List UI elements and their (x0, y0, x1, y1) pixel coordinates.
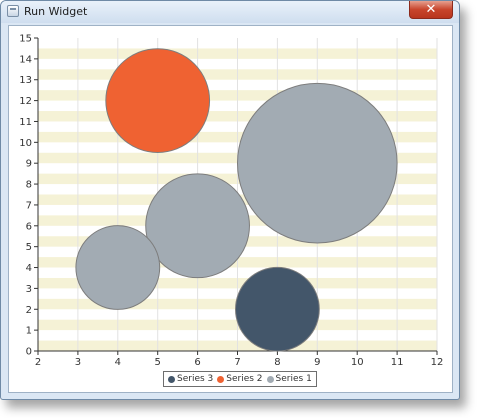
bubble-series-2 (105, 48, 211, 153)
x-tick-label: 6 (194, 357, 200, 368)
x-tick-label: 7 (234, 357, 240, 368)
y-tick-label: 15 (19, 34, 32, 45)
y-tick-label: 6 (26, 221, 32, 232)
legend-item: Series 1 (266, 374, 312, 384)
x-tick-label: 12 (431, 357, 444, 368)
y-tick-label: 1 (26, 326, 32, 337)
y-tick-label: 5 (26, 242, 32, 253)
legend-swatch (168, 375, 175, 383)
legend-swatch (266, 375, 274, 383)
chart-legend: Series 3 Series 2 Series 1 (163, 371, 317, 387)
x-tick-label: 3 (75, 357, 81, 368)
y-tick-label: 13 (19, 75, 32, 86)
y-tick-label: 8 (26, 180, 32, 191)
x-tick-label: 9 (314, 357, 320, 368)
bubble-series-1 (236, 82, 398, 244)
y-tick-label: 9 (26, 159, 32, 170)
legend-label: Series 1 (275, 374, 312, 384)
y-tick-label: 14 (19, 54, 32, 65)
bubble-series-1 (75, 225, 161, 310)
bubble-series-3 (235, 266, 320, 352)
y-tick-label: 4 (26, 263, 32, 274)
y-tick-label: 10 (19, 138, 32, 149)
y-tick-label: 2 (26, 305, 32, 316)
legend-label: Series 2 (226, 374, 263, 384)
y-tick-label: 3 (26, 284, 32, 295)
y-tick-label: 11 (19, 117, 32, 128)
legend-label: Series 3 (177, 374, 214, 384)
x-tick-label: 2 (35, 357, 41, 368)
y-tick-label: 7 (26, 200, 32, 211)
legend-item: Series 2 (217, 374, 263, 384)
x-tick-label: 5 (155, 357, 161, 368)
legend-item: Series 3 (168, 374, 213, 384)
y-tick-label: 0 (26, 347, 32, 358)
legend-swatch (217, 375, 225, 383)
y-tick-label: 12 (19, 96, 32, 107)
x-tick-label: 4 (115, 357, 121, 368)
bubble-chart: 01234567891011121314152 3 4 5 6 7 8 9 10 11 12 (19, 34, 444, 369)
bubble-series-1 (145, 173, 250, 279)
x-tick-label: 10 (351, 357, 364, 368)
x-tick-label: 8 (274, 357, 280, 368)
x-tick-label: 11 (391, 357, 404, 368)
